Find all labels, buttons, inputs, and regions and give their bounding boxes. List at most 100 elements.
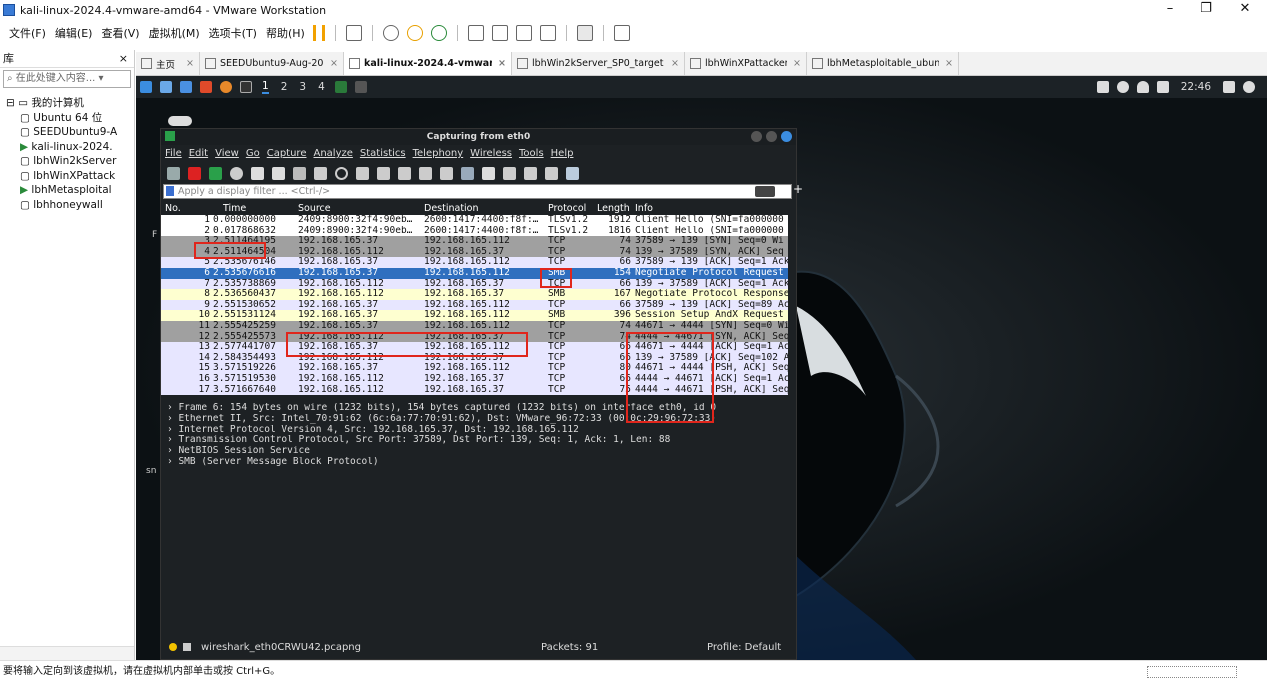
save-file-icon[interactable] [272,166,285,180]
ws-menu-go[interactable]: Go [246,148,260,159]
menu-file[interactable]: 文件(F) [9,25,46,41]
ws-menu-analyze[interactable]: Analyze [313,148,352,159]
text-editor-icon[interactable] [200,81,212,93]
show-desktop-icon[interactable] [160,81,172,93]
menu-help[interactable]: 帮助(H) [266,25,305,41]
restart-capture-icon[interactable] [209,166,222,180]
tab-close-icon[interactable]: × [498,58,506,69]
ws-menu-file[interactable]: File [165,148,182,159]
detail-row[interactable]: › Transmission Control Protocol, Src Por… [167,435,796,446]
col-length[interactable]: Length [597,203,635,215]
wireshark-maximize-icon[interactable] [766,131,777,142]
ws-menu-tools[interactable]: Tools [519,148,544,159]
wireshark-task-icon[interactable] [334,81,347,93]
snapshot-icon[interactable] [382,25,399,41]
last-packet-icon[interactable] [440,166,453,180]
tree-item-honeywall[interactable]: ▢ lbhhoneywall [0,198,134,213]
menu-view[interactable]: 查看(V) [101,25,139,41]
go-to-packet-icon[interactable] [398,166,411,180]
packet-row[interactable]: 9 2.551530652 192.168.165.37 192.168.165.11… [161,299,788,311]
maximize-button[interactable]: ❐ [1189,0,1223,20]
file-manager-icon[interactable] [180,81,192,93]
tab-close-icon[interactable]: × [793,58,801,69]
filter-bookmark-icon[interactable] [166,186,174,196]
stretch-guest-icon[interactable] [613,25,630,41]
detail-row[interactable]: › NetBIOS Session Service [167,446,796,457]
volume-icon[interactable] [1116,81,1129,93]
zoom-out-icon[interactable] [524,166,537,180]
add-filter-button[interactable]: + [793,183,803,196]
resize-columns-icon[interactable] [566,166,579,180]
packet-row[interactable]: 10 2.551531124 192.168.165.37 192.168.165.1… [161,310,788,321]
ws-menu-statistics[interactable]: Statistics [360,148,406,159]
tree-item-kali[interactable]: ▶ kali-linux-2024. [0,140,134,155]
menu-vm[interactable]: 虚拟机(M) [149,25,200,41]
library-search-input[interactable]: ⌕ 在此处键入内容... ▾ [3,70,131,88]
expert-info-icon[interactable] [183,643,191,651]
thumbnail-bar-icon[interactable] [491,25,508,41]
tab-home[interactable]: 主页 × [136,52,200,75]
task-icon[interactable] [354,81,367,93]
tree-item-seedubuntu[interactable]: ▢ SEEDUbuntu9-A [0,125,134,140]
wireshark-minimize-icon[interactable] [751,131,762,142]
library-hscrollbar[interactable] [0,646,134,660]
capture-options-icon[interactable] [230,166,243,180]
ws-menu-wireless[interactable]: Wireless [470,148,512,159]
detail-row[interactable]: › Internet Protocol Version 4, Src: 192.… [167,425,796,436]
detail-row[interactable]: › SMB (Server Message Block Protocol) [167,457,796,468]
workspace-2[interactable]: 2 [281,81,288,93]
col-destination[interactable]: Destination [424,203,548,215]
notification-bell-icon[interactable] [1136,81,1149,93]
normal-size-icon[interactable] [545,166,558,180]
power-icon[interactable] [1243,81,1255,93]
kali-menu-icon[interactable] [140,81,152,93]
tab-winxpattacker[interactable]: lbhWinXPattacker × [685,52,807,75]
packet-row[interactable]: 1 0.000000000 2409:8900:32f4:90eb… 2600:141… [161,215,788,226]
terminal-icon[interactable] [240,81,252,93]
menu-tabs[interactable]: 选项卡(T) [209,25,257,41]
packet-row[interactable]: 2 0.017868632 2409:8900:32f4:90eb… 2600:141… [161,225,788,237]
find-packet-icon[interactable] [335,166,348,180]
colorize-icon[interactable] [482,166,495,180]
first-packet-icon[interactable] [419,166,432,180]
ws-menu-view[interactable]: View [215,148,239,159]
col-no[interactable]: No. [161,203,213,215]
vm-console[interactable]: 1 2 3 4 22:46 F sn Capturing from eth0 F… [136,76,1267,660]
ws-menu-help[interactable]: Help [551,148,574,159]
ws-menu-telephony[interactable]: Telephony [413,148,464,159]
tree-item-ubuntu[interactable]: ▢ Ubuntu 64 位 [0,111,134,126]
firefox-icon[interactable] [220,81,232,93]
ws-menu-capture[interactable]: Capture [267,148,307,159]
send-ctrl-alt-del-icon[interactable] [345,25,362,41]
packet-row[interactable]: 11 2.555425259 192.168.165.37 192.168.165.1… [161,320,788,332]
packet-row[interactable]: 8 2.536560437 192.168.165.112 192.168.165.3… [161,289,788,300]
col-time[interactable]: Time [213,203,298,215]
revert-snapshot-icon[interactable] [406,25,423,41]
reload-file-icon[interactable] [314,166,327,180]
apply-filter-icon[interactable] [755,186,775,197]
library-close-icon[interactable]: × [119,50,128,68]
col-info[interactable]: Info [635,203,796,215]
tab-close-icon[interactable]: × [945,58,953,69]
close-file-icon[interactable] [293,166,306,180]
minimize-button[interactable]: – [1153,0,1187,20]
tab-close-icon[interactable]: × [186,58,194,69]
go-back-icon[interactable] [356,166,369,180]
unity-icon[interactable] [539,25,556,41]
autoscroll-icon[interactable] [461,166,474,180]
workspace-3[interactable]: 3 [299,81,306,93]
show-library-icon[interactable] [467,25,484,41]
zoom-in-icon[interactable] [503,166,516,180]
battery-icon[interactable] [1156,81,1169,93]
tab-win2kserver[interactable]: lbhWin2kServer_SP0_target × [512,52,685,75]
packet-row[interactable]: 6 2.535676616 192.168.165.37 192.168.165.11… [161,267,788,279]
wireshark-close-icon[interactable] [781,131,792,142]
col-source[interactable]: Source [298,203,424,215]
open-file-icon[interactable] [251,166,264,180]
workspace-1[interactable]: 1 [262,80,269,94]
workspace-4[interactable]: 4 [318,81,325,93]
lock-icon[interactable] [1223,81,1235,93]
go-forward-icon[interactable] [377,166,390,180]
tree-item-win2kserver[interactable]: ▢ lbhWin2kServer [0,154,134,169]
tree-root[interactable]: ⊟ ▭ 我的计算机 [0,96,134,111]
